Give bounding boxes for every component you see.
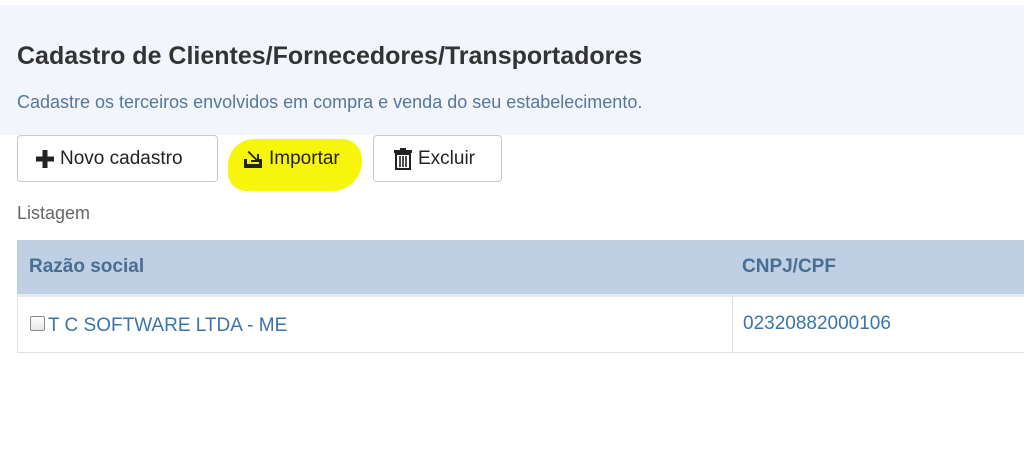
page-header: Cadastro de Clientes/Fornecedores/Transp…	[0, 5, 1024, 135]
table-header: Razão social CNPJ/CPF	[17, 240, 1024, 297]
new-record-button[interactable]: Novo cadastro	[17, 135, 218, 182]
new-record-label: Novo cadastro	[60, 147, 183, 169]
row-checkbox[interactable]	[30, 315, 45, 331]
razao-social-cell: T C SOFTWARE LTDA - ME	[30, 315, 287, 337]
trash-icon	[394, 147, 412, 170]
column-header-razao-social[interactable]: Razão social	[29, 240, 144, 294]
records-table: Razão social CNPJ/CPF T C SOFTWARE LTDA …	[17, 240, 1024, 353]
delete-label: Excluir	[418, 147, 476, 169]
plus-icon	[36, 149, 54, 168]
razao-social-link[interactable]: T C SOFTWARE LTDA - ME	[48, 315, 287, 337]
delete-button[interactable]: Excluir	[373, 135, 502, 182]
column-divider	[732, 297, 733, 353]
import-button[interactable]: Importar	[224, 135, 368, 182]
column-header-cnpj-cpf[interactable]: CNPJ/CPF	[742, 240, 836, 294]
cnpj-cpf-link[interactable]: 02320882000106	[743, 313, 891, 335]
page-subtitle: Cadastre os terceiros envolvidos em comp…	[17, 92, 643, 112]
listing-label: Listagem	[17, 203, 91, 223]
page-title: Cadastro de Clientes/Fornecedores/Transp…	[17, 42, 643, 70]
import-label: Importar	[269, 147, 340, 169]
import-icon	[243, 149, 263, 169]
table-row: T C SOFTWARE LTDA - ME 02320882000106	[17, 297, 1024, 353]
